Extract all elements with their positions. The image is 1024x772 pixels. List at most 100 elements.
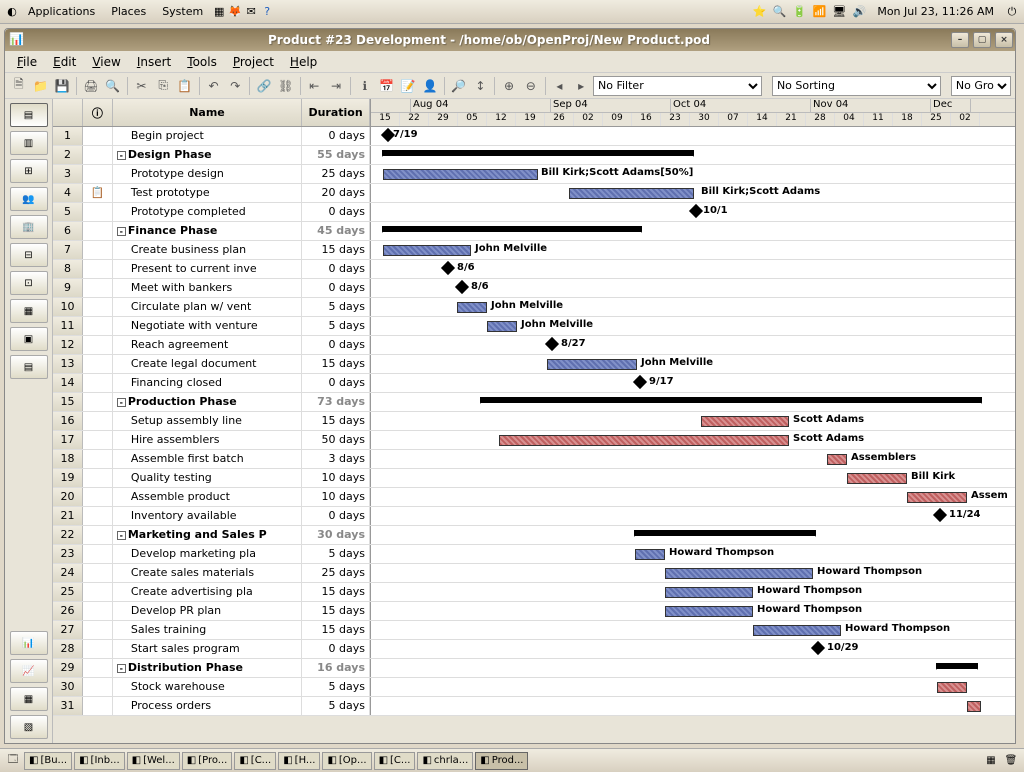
summary-bar[interactable] [481,397,981,403]
row-number[interactable]: 10 [53,298,83,316]
task-row[interactable]: 17Hire assemblers50 daysScott Adams [53,431,1015,450]
preview-icon[interactable]: 🔍 [103,76,123,96]
milestone-marker[interactable] [455,280,469,294]
gantt-cell[interactable]: Assemblers [371,450,1015,468]
row-number[interactable]: 20 [53,488,83,506]
taskbar-item[interactable]: ◧[Bu... [24,752,72,770]
sort-select[interactable]: No Sorting [772,76,941,96]
task-row[interactable]: 16Setup assembly line15 daysScott Adams [53,412,1015,431]
gantt-cell[interactable]: 9/17 [371,374,1015,392]
task-row[interactable]: 19Quality testing10 daysBill Kirk [53,469,1015,488]
duration-cell[interactable]: 25 days [302,564,370,582]
duration-cell[interactable]: 3 days [302,450,370,468]
task-row[interactable]: 2-Design Phase55 days [53,146,1015,165]
task-bar[interactable] [665,568,813,579]
gantt-cell[interactable]: John Melville [371,241,1015,259]
row-number[interactable]: 11 [53,317,83,335]
gantt-cell[interactable] [371,526,1015,544]
task-row[interactable]: 28Start sales program0 days10/29 [53,640,1015,659]
header-duration[interactable]: Duration [302,99,370,126]
task-bar[interactable] [967,701,981,712]
outline-toggle-icon[interactable]: - [117,151,126,160]
row-number[interactable]: 29 [53,659,83,677]
header-name[interactable]: Name [113,99,302,126]
duration-cell[interactable]: 15 days [302,602,370,620]
duration-cell[interactable]: 15 days [302,583,370,601]
task-bar[interactable] [827,454,847,465]
resource-usage-icon[interactable]: ▤ [10,355,48,379]
maximize-button[interactable]: ▢ [973,32,991,48]
report-view-icon[interactable]: ▦ [10,299,48,323]
row-number[interactable]: 21 [53,507,83,525]
task-bar[interactable] [383,169,538,180]
gantt-cell[interactable] [371,393,1015,411]
task-row[interactable]: 21Inventory available0 days11/24 [53,507,1015,526]
row-number[interactable]: 31 [53,697,83,715]
header-indicator[interactable]: ⓘ [83,99,113,126]
menu-view[interactable]: View [84,55,128,69]
duration-cell[interactable]: 5 days [302,678,370,696]
task-bar[interactable] [665,587,753,598]
task-name-cell[interactable]: Develop marketing pla [113,545,302,563]
duration-cell[interactable]: 50 days [302,431,370,449]
trash-icon[interactable]: 🗑 [1002,752,1020,770]
task-usage-icon[interactable]: ▣ [10,327,48,351]
task-name-cell[interactable]: -Finance Phase [113,222,302,240]
task-row[interactable]: 29-Distribution Phase16 days [53,659,1015,678]
task-name-cell[interactable]: Financing closed [113,374,302,392]
taskbar-item[interactable]: ◧[Pro... [182,752,233,770]
task-name-cell[interactable]: Create advertising pla [113,583,302,601]
task-bar[interactable] [487,321,517,332]
row-number[interactable]: 27 [53,621,83,639]
duration-cell[interactable]: 15 days [302,241,370,259]
row-number[interactable]: 17 [53,431,83,449]
paste-icon[interactable]: 📋 [175,76,195,96]
network-icon[interactable]: 📶 [811,4,827,20]
duration-cell[interactable]: 30 days [302,526,370,544]
header-rownum[interactable] [53,99,83,126]
task-row[interactable]: 11Negotiate with venture5 daysJohn Melvi… [53,317,1015,336]
task-row[interactable]: 22-Marketing and Sales P30 days [53,526,1015,545]
outline-toggle-icon[interactable]: - [117,398,126,407]
task-row[interactable]: 12Reach agreement0 days8/27 [53,336,1015,355]
redo-icon[interactable]: ↷ [225,76,245,96]
task-name-cell[interactable]: Start sales program [113,640,302,658]
duration-cell[interactable]: 0 days [302,336,370,354]
task-name-cell[interactable]: -Marketing and Sales P [113,526,302,544]
row-number[interactable]: 18 [53,450,83,468]
duration-cell[interactable]: 0 days [302,279,370,297]
find-icon[interactable]: 🔎 [449,76,469,96]
duration-cell[interactable]: 15 days [302,355,370,373]
row-number[interactable]: 12 [53,336,83,354]
task-name-cell[interactable]: Create sales materials [113,564,302,582]
gantt-cell[interactable]: 8/6 [371,279,1015,297]
gnome-applications[interactable]: Applications [20,5,103,18]
task-row[interactable]: 31Process orders5 days [53,697,1015,716]
task-name-cell[interactable]: Reach agreement [113,336,302,354]
task-name-cell[interactable]: Hire assemblers [113,431,302,449]
task-name-cell[interactable]: Create business plan [113,241,302,259]
update-icon[interactable]: ⭐ [751,4,767,20]
row-number[interactable]: 19 [53,469,83,487]
taskbar-item[interactable]: ◧[Inb... [74,752,125,770]
network-view-icon[interactable]: ⊞ [10,159,48,183]
outdent-icon[interactable]: ⇤ [304,76,324,96]
zoomin-icon[interactable]: ⊕ [499,76,519,96]
row-number[interactable]: 26 [53,602,83,620]
row-number[interactable]: 15 [53,393,83,411]
duration-cell[interactable]: 0 days [302,203,370,221]
menu-project[interactable]: Project [225,55,282,69]
gantt-cell[interactable]: Bill Kirk;Scott Adams[50%] [371,165,1015,183]
workspace-switcher-icon[interactable]: ▦ [982,752,1000,770]
info-icon[interactable]: ℹ [355,76,375,96]
task-bar[interactable] [937,682,967,693]
row-number[interactable]: 13 [53,355,83,373]
gantt-cell[interactable]: 10/29 [371,640,1015,658]
summary-bar[interactable] [383,150,693,156]
taskbar-item[interactable]: ◧[Wel... [127,752,180,770]
gantt-cell[interactable]: Howard Thompson [371,621,1015,639]
link-icon[interactable]: 🔗 [254,76,274,96]
task-row[interactable]: 24Create sales materials25 daysHoward Th… [53,564,1015,583]
milestone-marker[interactable] [689,204,703,218]
task-name-cell[interactable]: Meet with bankers [113,279,302,297]
